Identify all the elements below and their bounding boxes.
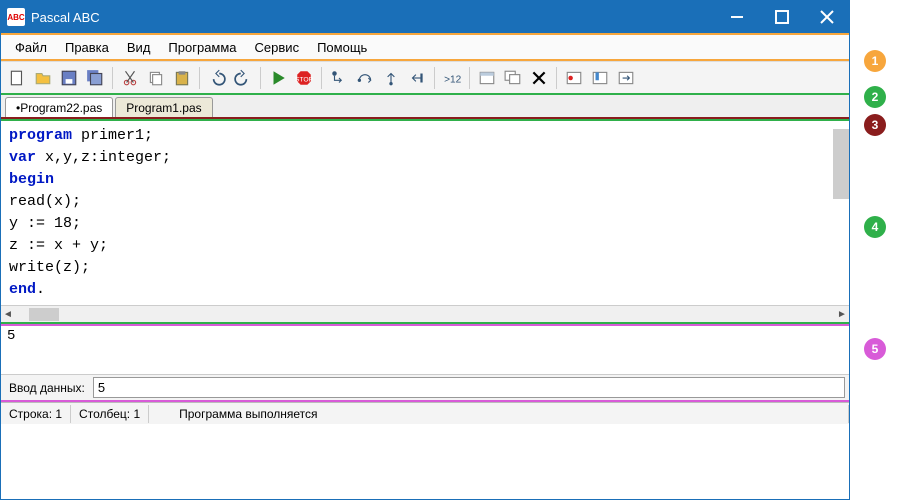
tab-Program1pas[interactable]: Program1.pas	[115, 97, 212, 117]
tab-Program22pas[interactable]: •Program22.pas	[5, 97, 113, 117]
window-title: Pascal ABC	[31, 10, 714, 25]
vertical-scrollbar[interactable]	[833, 129, 849, 199]
redo-button[interactable]	[231, 66, 255, 90]
bookmark-button[interactable]	[588, 66, 612, 90]
step-into-button[interactable]	[327, 66, 351, 90]
window-button[interactable]	[475, 66, 499, 90]
step-over-button[interactable]	[353, 66, 377, 90]
step-out-button[interactable]	[379, 66, 403, 90]
breakpoint-button[interactable]	[562, 66, 586, 90]
app-icon: ABC	[7, 8, 25, 26]
windows-button[interactable]	[501, 66, 525, 90]
watch-button[interactable]: >123	[440, 66, 464, 90]
output-text[interactable]: 5	[1, 326, 849, 374]
maximize-button[interactable]	[759, 1, 804, 33]
status-message: Программа выполняется	[149, 405, 849, 423]
cut-button[interactable]	[118, 66, 142, 90]
goto-button[interactable]	[614, 66, 638, 90]
annotation-badge-2: 2	[864, 86, 886, 108]
delete-button[interactable]	[527, 66, 551, 90]
close-button[interactable]	[804, 1, 849, 33]
toolbar: STOP >123	[1, 61, 849, 95]
input-label: Ввод данных:	[1, 378, 93, 398]
save-button[interactable]	[57, 66, 81, 90]
status-line: Строка: 1	[1, 405, 71, 423]
new-file-button[interactable]	[5, 66, 29, 90]
menu-Помощь[interactable]: Помощь	[309, 37, 375, 58]
copy-button[interactable]	[144, 66, 168, 90]
open-file-button[interactable]	[31, 66, 55, 90]
input-field[interactable]	[93, 377, 845, 398]
menu-bar: ФайлПравкаВидПрограммаСервисПомощь	[1, 33, 849, 61]
annotation-badge-1: 1	[864, 50, 886, 72]
stop-button[interactable]: STOP	[292, 66, 316, 90]
menu-Файл[interactable]: Файл	[7, 37, 55, 58]
code-editor[interactable]: program primer1;var x,y,z:integer;beginr…	[1, 121, 849, 305]
annotation-badge-3: 3	[864, 114, 886, 136]
menu-Программа[interactable]: Программа	[160, 37, 244, 58]
menu-Сервис[interactable]: Сервис	[247, 37, 308, 58]
undo-button[interactable]	[205, 66, 229, 90]
annotation-badges: 1 2 3 4 5	[850, 0, 900, 500]
run-button[interactable]	[266, 66, 290, 90]
tab-bar: •Program22.pasProgram1.pas	[1, 95, 849, 119]
status-bar: Строка: 1 Столбец: 1 Программа выполняет…	[1, 402, 849, 424]
menu-Правка[interactable]: Правка	[57, 37, 117, 58]
paste-button[interactable]	[170, 66, 194, 90]
minimize-button[interactable]	[714, 1, 759, 33]
save-all-button[interactable]	[83, 66, 107, 90]
step-back-button[interactable]	[405, 66, 429, 90]
editor-pane: program primer1;var x,y,z:integer;beginr…	[1, 119, 849, 324]
title-bar: ABC Pascal ABC	[1, 1, 849, 33]
menu-Вид[interactable]: Вид	[119, 37, 159, 58]
output-pane: 5 Ввод данных:	[1, 324, 849, 402]
horizontal-scrollbar[interactable]: ◄►	[1, 305, 849, 322]
svg-text:STOP: STOP	[295, 76, 313, 83]
status-column: Столбец: 1	[71, 405, 149, 423]
svg-text:>123: >123	[444, 74, 461, 85]
annotation-badge-4: 4	[864, 216, 886, 238]
annotation-badge-5: 5	[864, 338, 886, 360]
